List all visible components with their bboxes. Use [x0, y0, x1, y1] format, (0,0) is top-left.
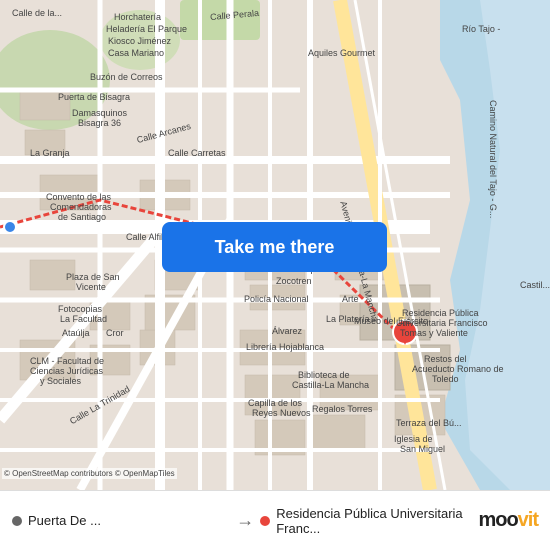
to-section: Residencia Pública Universitaria Franc..…: [260, 506, 478, 536]
bottom-bar: Puerta De ... → Residencia Pública Unive…: [0, 490, 550, 550]
to-label: Residencia Pública Universitaria Franc..…: [276, 506, 478, 536]
to-dot-icon: [260, 516, 270, 526]
route-arrow-icon: →: [236, 510, 254, 531]
moovit-logo: moovit: [478, 509, 538, 532]
from-section: Puerta De ...: [12, 513, 230, 528]
moovit-logo-text: moovit: [478, 509, 538, 532]
from-label: Puerta De ...: [28, 513, 101, 528]
from-dot-icon: [12, 516, 22, 526]
take-me-there-button[interactable]: Take me there: [162, 222, 387, 272]
map-container: Calle de la... Horchatería Heladería El …: [0, 0, 550, 490]
